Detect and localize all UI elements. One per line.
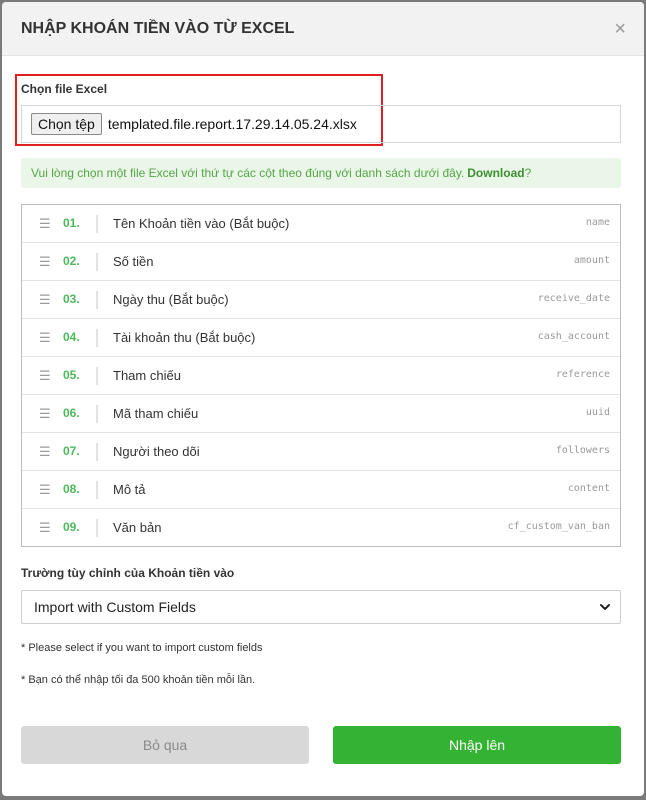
field-key: content	[567, 483, 610, 494]
field-label: Tên Khoản tiền vào (Bắt buộc)	[113, 216, 290, 231]
drag-handle-icon[interactable]: ☰	[39, 216, 51, 232]
drag-handle-icon[interactable]: ☰	[39, 368, 51, 384]
field-key: reference	[555, 369, 610, 380]
field-separator	[96, 291, 98, 309]
field-row[interactable]: ☰ 05. Tham chiếu reference	[22, 357, 620, 395]
selected-file-name: templated.file.report.17.29.14.05.24.xls…	[107, 116, 357, 132]
download-link[interactable]: Download	[467, 166, 524, 180]
field-label: Mô tả	[113, 482, 146, 497]
modal-title: NHẬP KHOÁN TIỀN VÀO TỪ EXCEL	[21, 19, 295, 37]
field-row[interactable]: ☰ 07. Người theo dõi followers	[22, 433, 620, 471]
field-label: Người theo dõi	[113, 444, 200, 459]
field-key: cf_custom_van_ban	[507, 521, 610, 532]
field-row[interactable]: ☰ 03. Ngày thu (Bắt buộc) receive_date	[22, 281, 620, 319]
info-alert-suffix: ?	[524, 166, 532, 180]
field-number: 03.	[63, 292, 80, 306]
field-separator	[96, 481, 98, 499]
import-limit-note: * Bạn có thể nhập tối đa 500 khoản tiền …	[21, 674, 256, 686]
drag-handle-icon[interactable]: ☰	[39, 254, 51, 270]
custom-fields-note: * Please select if you want to import cu…	[21, 642, 263, 654]
import-button[interactable]: Nhập lên	[333, 726, 621, 764]
drag-handle-icon[interactable]: ☰	[39, 330, 51, 346]
field-number: 04.	[63, 330, 80, 344]
drag-handle-icon[interactable]: ☰	[39, 444, 51, 460]
drag-handle-icon[interactable]: ☰	[39, 292, 51, 308]
field-row[interactable]: ☰ 04. Tài khoản thu (Bắt buộc) cash_account	[22, 319, 620, 357]
field-separator	[96, 367, 98, 385]
custom-fields-select[interactable]: Import with Custom Fields	[21, 590, 621, 624]
field-separator	[96, 215, 98, 233]
field-key: receive_date	[537, 293, 610, 304]
field-label: Tham chiếu	[113, 368, 181, 383]
field-separator	[96, 443, 98, 461]
field-row[interactable]: ☰ 06. Mã tham chiếu uuid	[22, 395, 620, 433]
field-key: cash_account	[537, 331, 610, 342]
field-row[interactable]: ☰ 02. Số tiền amount	[22, 243, 620, 281]
field-number: 09.	[63, 520, 80, 534]
file-input[interactable]: Chọn tệp templated.file.report.17.29.14.…	[21, 105, 621, 143]
drag-handle-icon[interactable]: ☰	[39, 520, 51, 536]
field-number: 01.	[63, 216, 80, 230]
field-label: Mã tham chiếu	[113, 406, 199, 421]
drag-handle-icon[interactable]: ☰	[39, 406, 51, 422]
field-order-list: ☰ 01. Tên Khoản tiền vào (Bắt buộc) name ☰ 02…	[21, 204, 621, 547]
field-number: 08.	[63, 482, 80, 496]
field-row[interactable]: ☰ 09. Văn bản cf_custom_van_ban	[22, 509, 620, 547]
choose-file-button[interactable]: Chọn tệp	[31, 113, 102, 135]
info-alert: Vui lòng chọn một file Excel với thứ tự …	[21, 158, 621, 188]
field-row[interactable]: ☰ 01. Tên Khoản tiền vào (Bắt buộc) name	[22, 205, 620, 243]
field-separator	[96, 329, 98, 347]
field-label: Ngày thu (Bắt buộc)	[113, 292, 229, 307]
field-key: followers	[555, 445, 610, 456]
field-key: uuid	[585, 407, 610, 418]
field-row[interactable]: ☰ 08. Mô tả content	[22, 471, 620, 509]
field-key: name	[585, 217, 610, 228]
field-label: Văn bản	[113, 520, 162, 535]
skip-button[interactable]: Bỏ qua	[21, 726, 309, 764]
info-alert-text: Vui lòng chọn một file Excel với thứ tự …	[31, 166, 465, 180]
custom-fields-label: Trường tùy chỉnh của Khoản tiền vào	[21, 566, 235, 580]
field-number: 06.	[63, 406, 80, 420]
field-separator	[96, 519, 98, 537]
modal-header: NHẬP KHOÁN TIỀN VÀO TỪ EXCEL ×	[2, 2, 644, 56]
field-number: 07.	[63, 444, 80, 458]
field-number: 02.	[63, 254, 80, 268]
chevron-down-icon	[600, 604, 610, 610]
field-number: 05.	[63, 368, 80, 382]
field-label: Tài khoản thu (Bắt buộc)	[113, 330, 256, 345]
field-key: amount	[573, 255, 610, 266]
close-icon[interactable]: ×	[614, 19, 626, 39]
field-label: Số tiền	[113, 254, 154, 269]
file-input-label: Chọn file Excel	[21, 82, 108, 96]
drag-handle-icon[interactable]: ☰	[39, 482, 51, 498]
field-separator	[96, 405, 98, 423]
custom-fields-selected-value: Import with Custom Fields	[34, 599, 196, 615]
field-separator	[96, 253, 98, 271]
